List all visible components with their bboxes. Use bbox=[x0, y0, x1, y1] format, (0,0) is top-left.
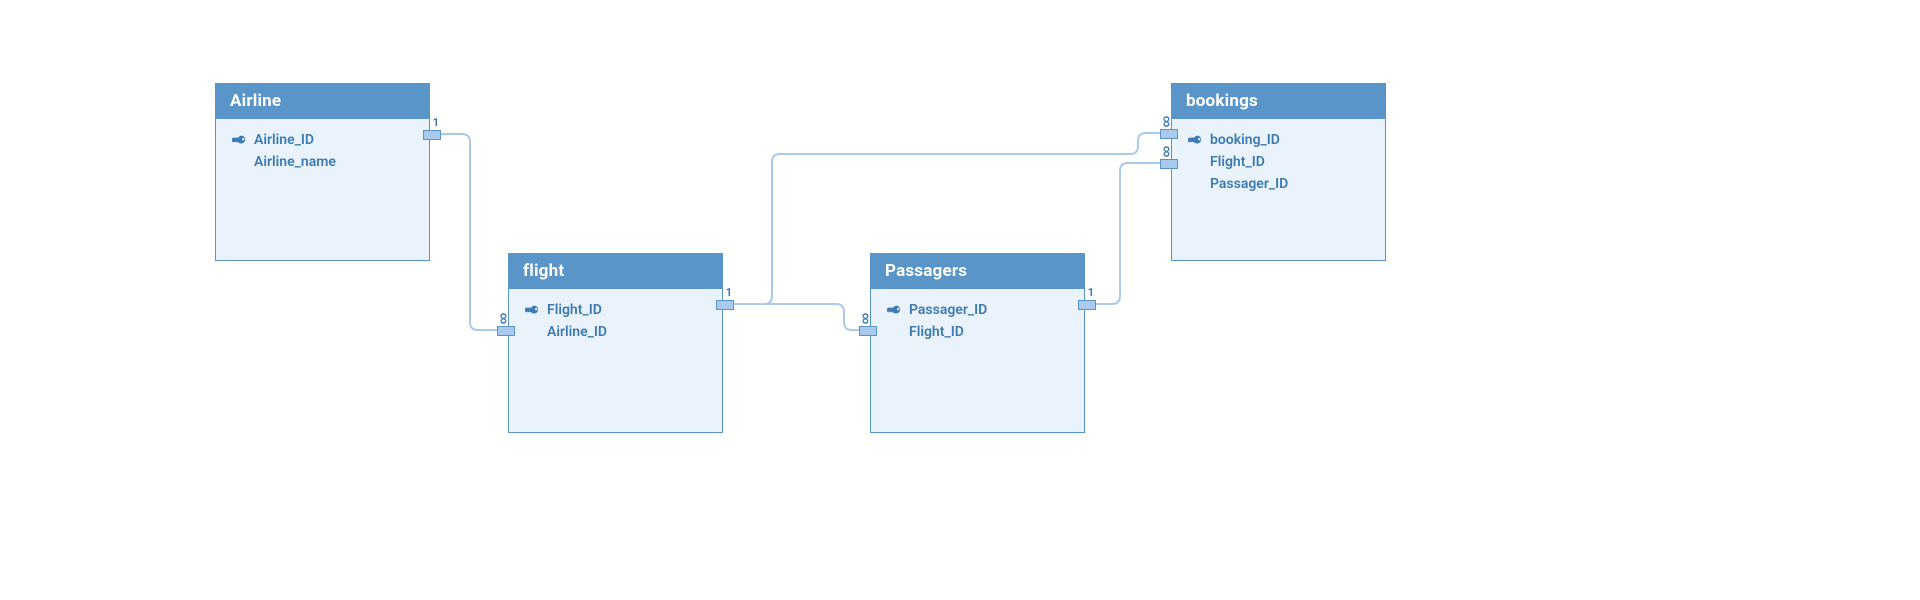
port-right[interactable] bbox=[716, 300, 734, 310]
attribute-name: booking_ID bbox=[1210, 132, 1280, 148]
cardinality-label: 1 bbox=[433, 117, 439, 128]
er-diagram-canvas: Airline Airline_ID Airline_name 1 flight bbox=[0, 0, 1920, 600]
attribute-row: Airline_ID bbox=[230, 129, 417, 151]
attribute-row: Passager_ID bbox=[1186, 173, 1373, 195]
pk-slot bbox=[523, 303, 541, 317]
attribute-name: Airline_ID bbox=[254, 132, 314, 148]
port-right[interactable] bbox=[1078, 300, 1096, 310]
attribute-name: Flight_ID bbox=[1210, 154, 1265, 170]
entity-title: Passagers bbox=[871, 254, 1084, 289]
entity-body: Passager_ID Flight_ID bbox=[871, 289, 1084, 421]
attribute-name: Flight_ID bbox=[909, 324, 964, 340]
cardinality-label: 1 bbox=[726, 287, 732, 298]
entity-flight[interactable]: flight Flight_ID Airline_ID ∞ 1 bbox=[508, 253, 723, 433]
port-left[interactable] bbox=[497, 326, 515, 336]
attribute-name: Airline_name bbox=[254, 154, 336, 170]
attribute-name: Airline_ID bbox=[547, 324, 607, 340]
pk-slot bbox=[230, 133, 248, 147]
cardinality-label: 1 bbox=[1088, 287, 1094, 298]
port-left[interactable] bbox=[859, 326, 877, 336]
entity-body: Flight_ID Airline_ID bbox=[509, 289, 722, 421]
key-icon bbox=[232, 133, 246, 147]
cardinality-label: ∞ bbox=[1161, 116, 1172, 128]
attribute-name: Flight_ID bbox=[547, 302, 602, 318]
attribute-row: Flight_ID bbox=[885, 321, 1072, 343]
port-left[interactable] bbox=[1160, 159, 1178, 169]
key-icon bbox=[1188, 133, 1202, 147]
entity-passagers[interactable]: Passagers Passager_ID Flight_ID ∞ 1 bbox=[870, 253, 1085, 433]
port-left[interactable] bbox=[1160, 129, 1178, 139]
entity-title: flight bbox=[509, 254, 722, 289]
attribute-name: Passager_ID bbox=[909, 302, 987, 318]
attribute-row: Airline_ID bbox=[523, 321, 710, 343]
attribute-row: booking_ID bbox=[1186, 129, 1373, 151]
key-icon bbox=[525, 303, 539, 317]
port-right[interactable] bbox=[423, 130, 441, 140]
attribute-name: Passager_ID bbox=[1210, 176, 1288, 192]
entity-title: Airline bbox=[216, 84, 429, 119]
cardinality-label: ∞ bbox=[498, 313, 509, 325]
entity-airline[interactable]: Airline Airline_ID Airline_name 1 bbox=[215, 83, 430, 261]
attribute-row: Flight_ID bbox=[1186, 151, 1373, 173]
key-icon bbox=[887, 303, 901, 317]
entity-title: bookings bbox=[1172, 84, 1385, 119]
attribute-row: Flight_ID bbox=[523, 299, 710, 321]
attribute-row: Airline_name bbox=[230, 151, 417, 173]
entity-body: booking_ID Flight_ID Passager_ID bbox=[1172, 119, 1385, 251]
pk-slot bbox=[885, 303, 903, 317]
cardinality-label: ∞ bbox=[1161, 146, 1172, 158]
cardinality-label: ∞ bbox=[860, 313, 871, 325]
attribute-row: Passager_ID bbox=[885, 299, 1072, 321]
entity-body: Airline_ID Airline_name bbox=[216, 119, 429, 251]
entity-bookings[interactable]: bookings booking_ID Flight_ID Passager_I… bbox=[1171, 83, 1386, 261]
pk-slot bbox=[1186, 133, 1204, 147]
